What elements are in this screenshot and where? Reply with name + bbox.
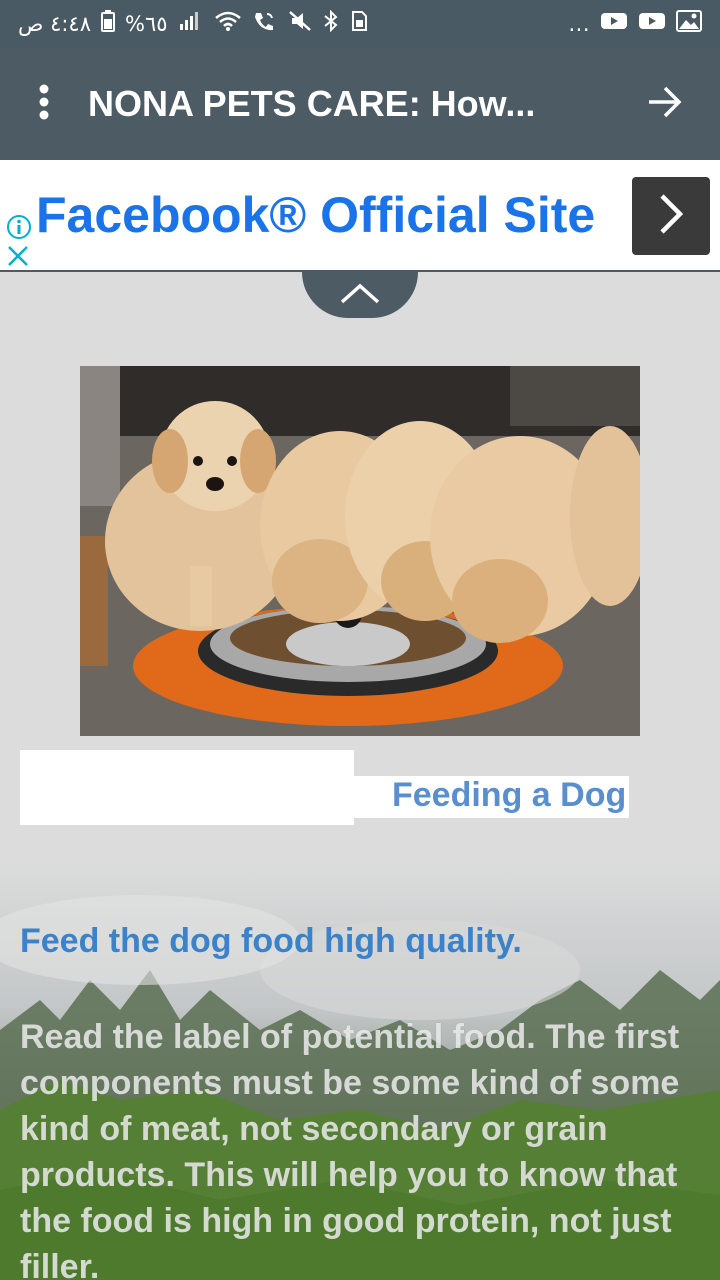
mute-icon	[288, 10, 312, 38]
battery-percent: %٦٥	[125, 12, 168, 36]
ad-banner[interactable]: Facebook® Official Site	[0, 160, 720, 272]
status-bar: ٤:٤٨ ص %٦٥ ...	[0, 0, 720, 48]
page-title: NONA PETS CARE: How...	[88, 83, 536, 124]
ad-headline[interactable]: Facebook® Official Site	[36, 186, 595, 244]
more-vert-icon	[38, 84, 50, 125]
collapse-ad-button[interactable]	[302, 272, 418, 318]
bluetooth-icon	[322, 9, 340, 38]
ad-close-icon[interactable]	[6, 244, 30, 273]
ad-info-icon[interactable]	[6, 214, 32, 245]
status-more: ...	[568, 12, 590, 36]
puppies-eating-image	[80, 366, 640, 736]
title-image-placeholder	[20, 750, 354, 825]
overflow-menu-button[interactable]	[0, 48, 88, 160]
section-heading: Feed the dog food high quality.	[20, 922, 522, 960]
battery-icon	[101, 10, 115, 38]
gallery-notification-icon	[676, 10, 702, 38]
forward-button[interactable]	[610, 48, 720, 160]
status-left: ٤:٤٨ ص %٦٥	[18, 9, 368, 38]
puppies-photo	[80, 366, 640, 736]
article-title: Feeding a Dog	[392, 776, 627, 814]
wifi-icon	[214, 10, 242, 38]
ad-open-button[interactable]	[632, 177, 710, 255]
section-paragraph: Read the label of potential food. The fi…	[20, 1018, 680, 1280]
youtube-notification-icon-2	[638, 10, 666, 38]
signal-icon	[178, 10, 204, 38]
app-bar: NONA PETS CARE: How...	[0, 48, 720, 160]
status-right: ...	[568, 10, 702, 38]
status-time: ٤:٤٨ ص	[18, 12, 91, 36]
chevron-up-icon	[340, 282, 380, 309]
youtube-notification-icon	[600, 10, 628, 38]
wifi-call-icon	[252, 10, 278, 38]
arrow-forward-icon	[647, 85, 683, 124]
chevron-right-icon	[656, 192, 686, 241]
sim-alert-icon	[350, 10, 368, 38]
